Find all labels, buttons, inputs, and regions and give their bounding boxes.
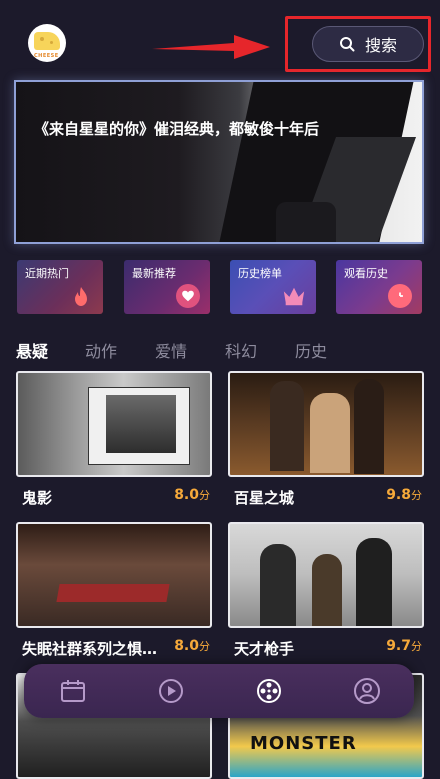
movie-score: 9.7分 (386, 638, 422, 654)
poster-figure (356, 538, 392, 626)
poster-figure (354, 379, 384, 474)
bottom-tab-bar (24, 664, 414, 718)
crown-icon (282, 284, 306, 308)
heart-icon (176, 284, 200, 308)
category-watch-history[interactable]: 观看历史 (336, 260, 422, 314)
pointer-arrow-icon (152, 35, 270, 59)
movie-title: 失眠社群系列之惧暗... (22, 640, 172, 658)
poster-logo-text: MONSTER (250, 733, 357, 754)
user-avatar[interactable]: CHEESE (28, 24, 66, 62)
category-label: 历史榜单 (238, 267, 282, 280)
movie-poster (228, 522, 424, 628)
movie-score: 8.0分 (174, 638, 210, 654)
movie-poster (16, 522, 212, 628)
tab-romance[interactable]: 爱情 (155, 338, 187, 362)
flame-icon (69, 284, 93, 308)
category-label: 最新推荐 (132, 267, 176, 280)
movie-title: 天才枪手 (234, 640, 295, 658)
poster-figure (310, 393, 350, 473)
category-history-chart[interactable]: 历史榜单 (230, 260, 316, 314)
play-icon[interactable] (156, 676, 186, 706)
poster-photo (106, 395, 176, 453)
top-header: CHEESE 搜索 (0, 0, 440, 80)
featured-banner[interactable]: 《来自星星的你》催泪经典，都敏俊十年后 (14, 80, 424, 244)
movie-poster (16, 371, 212, 477)
banner-figure-hand (276, 202, 336, 242)
search-icon (339, 37, 355, 52)
poster-figure (270, 381, 304, 471)
tab-suspense[interactable]: 悬疑 (16, 338, 48, 362)
film-reel-icon[interactable] (254, 676, 284, 706)
movie-score: 8.0分 (174, 487, 210, 503)
category-label: 观看历史 (344, 267, 388, 280)
avatar-label: CHEESE (34, 53, 59, 59)
tab-scifi[interactable]: 科幻 (225, 338, 257, 362)
cheese-logo-icon (34, 32, 60, 50)
poster-figure (260, 544, 296, 626)
user-icon[interactable] (352, 676, 382, 706)
clock-icon (388, 284, 412, 308)
banner-title: 《来自星星的你》催泪经典，都敏俊十年后 (34, 120, 320, 138)
search-button[interactable]: 搜索 (312, 26, 424, 62)
category-label: 近期热门 (25, 267, 69, 280)
poster-title-art (56, 584, 170, 602)
category-recent-hot[interactable]: 近期热门 (17, 260, 103, 314)
genre-tabs: 悬疑 动作 爱情 科幻 历史 (0, 334, 440, 364)
tab-history[interactable]: 历史 (295, 338, 327, 362)
tab-action[interactable]: 动作 (85, 338, 117, 362)
movie-title: 百星之城 (234, 489, 295, 507)
calendar-icon[interactable] (58, 676, 88, 706)
search-label: 搜索 (364, 36, 397, 55)
movie-score: 9.8分 (386, 487, 422, 503)
poster-figure (312, 554, 342, 626)
category-latest-recommend[interactable]: 最新推荐 (124, 260, 210, 314)
movie-title: 鬼影 (22, 489, 53, 507)
movie-poster (228, 371, 424, 477)
